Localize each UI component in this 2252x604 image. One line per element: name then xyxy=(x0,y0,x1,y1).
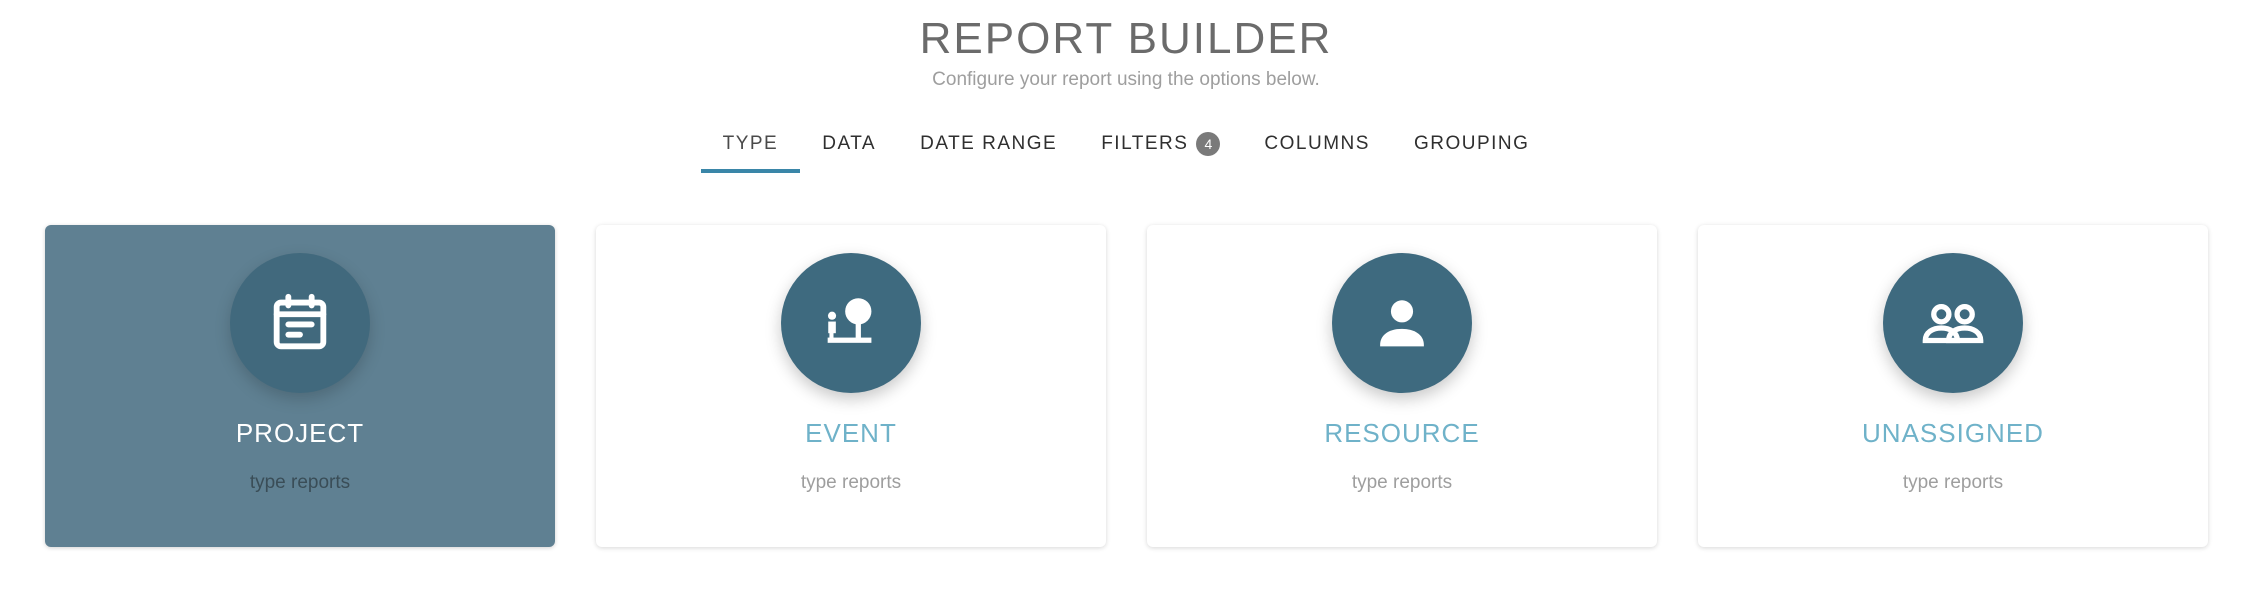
card-unassigned[interactable]: UNASSIGNED type reports xyxy=(1698,225,2208,547)
card-event[interactable]: EVENT type reports xyxy=(596,225,1106,547)
tab-label: FILTERS xyxy=(1101,133,1189,154)
card-resource[interactable]: RESOURCE type reports xyxy=(1147,225,1657,547)
tab-label: DATA xyxy=(822,133,877,154)
calendar-icon xyxy=(230,253,370,393)
page-subtitle: Configure your report using the options … xyxy=(932,69,1320,90)
card-subtitle: type reports xyxy=(249,472,351,493)
card-subtitle: type reports xyxy=(1902,472,2004,493)
card-subtitle: type reports xyxy=(1351,472,1453,493)
report-type-cards: PROJECT type reports EVENT type reports … xyxy=(45,225,2211,547)
tab-data[interactable]: DATA xyxy=(800,125,898,173)
tab-type[interactable]: TYPE xyxy=(700,125,801,173)
tab-date-range[interactable]: DATE RANGE xyxy=(898,125,1079,173)
page-title: REPORT BUILDER xyxy=(919,14,1333,63)
filters-count-badge: 4 xyxy=(1196,132,1221,156)
person-icon xyxy=(1332,253,1472,393)
card-subtitle: type reports xyxy=(800,472,902,493)
tab-label: DATE RANGE xyxy=(920,133,1058,154)
card-title: UNASSIGNED xyxy=(1862,418,2044,448)
event-icon xyxy=(781,253,921,393)
card-title: PROJECT xyxy=(235,418,365,448)
group-icon xyxy=(1883,253,2023,393)
tab-label: GROUPING xyxy=(1413,133,1530,154)
card-project[interactable]: PROJECT type reports xyxy=(45,225,555,547)
tab-label: COLUMNS xyxy=(1264,133,1370,154)
card-title: EVENT xyxy=(805,418,897,448)
page-header: REPORT BUILDER Configure your report usi… xyxy=(0,14,2252,92)
tab-grouping[interactable]: GROUPING xyxy=(1392,125,1551,173)
tab-label: TYPE xyxy=(722,133,779,154)
card-title: RESOURCE xyxy=(1324,418,1480,448)
tab-columns[interactable]: COLUMNS xyxy=(1242,125,1392,173)
tab-bar: TYPE DATA DATE RANGE FILTERS 4 COLUMNS G… xyxy=(0,124,2252,174)
tab-filters[interactable]: FILTERS 4 xyxy=(1079,124,1242,174)
